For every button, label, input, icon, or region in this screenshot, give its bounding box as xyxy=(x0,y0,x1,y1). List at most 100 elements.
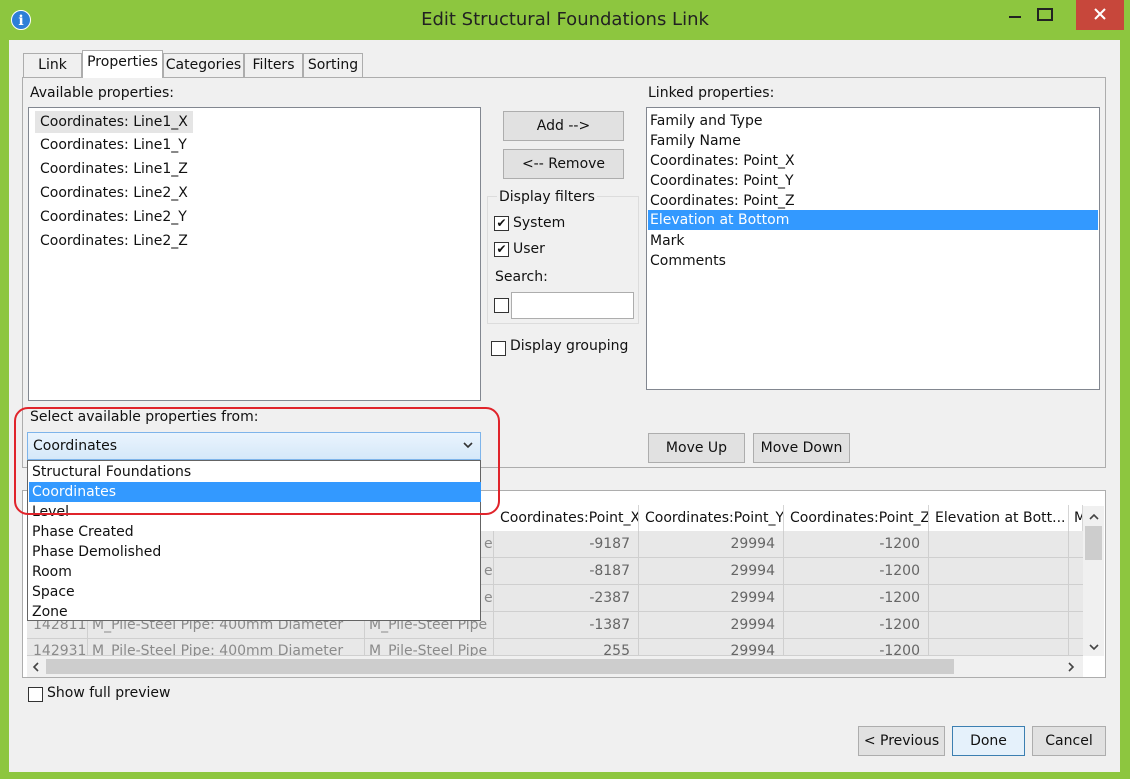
move-up-button[interactable]: Move Up xyxy=(648,433,745,463)
tab-sorting[interactable]: Sorting xyxy=(303,53,363,77)
available-properties-list[interactable]: Coordinates: Line1_X Coordinates: Line1_… xyxy=(28,107,481,401)
list-item[interactable]: Coordinates: Line1_Z xyxy=(40,161,188,177)
dropdown-option[interactable]: Room xyxy=(29,562,481,582)
display-grouping-checkbox[interactable] xyxy=(491,341,506,356)
table-cell: e xyxy=(480,531,494,558)
list-item[interactable]: Family and Type xyxy=(650,111,762,131)
column-header[interactable]: Coordinates:Point_X xyxy=(494,505,639,531)
select-from-value: Coordinates xyxy=(33,438,118,454)
user-checkbox[interactable]: ✔ xyxy=(494,242,509,257)
scrollbar-thumb[interactable] xyxy=(46,659,954,674)
table-cell: -1200 xyxy=(784,585,929,612)
tab-properties[interactable]: Properties xyxy=(82,50,163,78)
select-from-label: Select available properties from: xyxy=(30,409,259,425)
tab-filters[interactable]: Filters xyxy=(244,53,303,77)
display-filters-label: Display filters xyxy=(497,189,597,205)
window-title: Edit Structural Foundations Link xyxy=(421,9,709,30)
user-label: User xyxy=(513,241,545,257)
search-checkbox[interactable] xyxy=(494,298,509,313)
linked-properties-label: Linked properties: xyxy=(648,85,775,101)
maximize-icon[interactable] xyxy=(1030,4,1060,26)
chevron-up-icon[interactable] xyxy=(1088,510,1100,526)
table-cell: e xyxy=(480,585,494,612)
table-cell xyxy=(929,558,1069,585)
table-cell: 255 xyxy=(494,639,639,656)
linked-properties-list[interactable]: Family and Type Family Name Coordinates:… xyxy=(646,107,1100,390)
column-header[interactable]: Coordinates:Point_Y xyxy=(639,505,784,531)
chevron-down-icon[interactable] xyxy=(1088,640,1100,656)
system-label: System xyxy=(513,215,566,231)
table-cell: e xyxy=(480,558,494,585)
list-item[interactable]: Coordinates: Line1_X xyxy=(35,111,193,133)
dropdown-option-selected[interactable]: Coordinates xyxy=(29,482,481,502)
dropdown-option[interactable]: Zone xyxy=(29,602,481,622)
chevron-right-icon[interactable] xyxy=(1066,661,1076,677)
search-label: Search: xyxy=(495,269,548,285)
table-cell: -1387 xyxy=(494,612,639,639)
list-item[interactable]: Coordinates: Line2_Y xyxy=(40,209,187,225)
table-cell: -1200 xyxy=(784,639,929,656)
chevron-left-icon[interactable] xyxy=(31,661,41,677)
tab-label: Link xyxy=(38,57,67,73)
table-cell: 29994 xyxy=(639,531,784,558)
list-item[interactable]: Coordinates: Line2_X xyxy=(40,185,188,201)
table-cell: -2387 xyxy=(494,585,639,612)
done-button[interactable]: Done xyxy=(952,726,1025,756)
column-header[interactable]: Coordinates:Point_Z xyxy=(784,505,929,531)
tab-label: Categories xyxy=(165,57,242,73)
list-item[interactable]: Comments xyxy=(650,251,726,271)
minimize-icon[interactable] xyxy=(1000,4,1030,26)
list-item[interactable]: Mark xyxy=(650,231,685,251)
remove-button[interactable]: <-- Remove xyxy=(503,149,624,179)
column-header[interactable]: Elevation at Bott... xyxy=(929,505,1069,531)
table-cell xyxy=(929,612,1069,639)
list-item[interactable]: Coordinates: Line1_Y xyxy=(40,137,187,153)
table-cell xyxy=(929,531,1069,558)
available-properties-label: Available properties: xyxy=(30,85,174,101)
system-checkbox[interactable]: ✔ xyxy=(494,216,509,231)
cancel-button[interactable]: Cancel xyxy=(1032,726,1106,756)
list-item[interactable]: Coordinates: Point_X xyxy=(650,151,795,171)
display-grouping-label: Display grouping xyxy=(510,338,629,354)
dialog-window: i Edit Structural Foundations Link Link … xyxy=(0,0,1130,779)
show-full-preview-checkbox[interactable] xyxy=(28,687,43,702)
title-bar[interactable]: i Edit Structural Foundations Link xyxy=(0,0,1130,40)
select-from-dropdown-list[interactable]: Structural Foundations Coordinates Level… xyxy=(27,460,481,621)
table-cell: 142931 xyxy=(27,639,88,656)
dropdown-option[interactable]: Phase Created xyxy=(29,522,481,542)
table-cell: -8187 xyxy=(494,558,639,585)
list-item[interactable]: Coordinates: Line2_Z xyxy=(40,233,188,249)
chevron-down-icon xyxy=(462,439,474,451)
table-cell: 29994 xyxy=(639,585,784,612)
previous-button[interactable]: < Previous xyxy=(858,726,945,756)
move-down-button[interactable]: Move Down xyxy=(753,433,850,463)
list-item[interactable]: Family Name xyxy=(650,131,741,151)
column-header[interactable]: M xyxy=(1069,505,1083,531)
dropdown-option[interactable]: Level xyxy=(29,502,481,522)
dropdown-option[interactable]: Structural Foundations xyxy=(29,462,481,482)
select-from-combobox[interactable]: Coordinates xyxy=(27,432,481,460)
close-icon[interactable] xyxy=(1076,0,1124,30)
table-cell: -9187 xyxy=(494,531,639,558)
search-input[interactable] xyxy=(511,292,634,319)
table-cell: -1200 xyxy=(784,531,929,558)
add-button[interactable]: Add --> xyxy=(503,111,624,141)
horizontal-scrollbar[interactable] xyxy=(27,656,1083,677)
table-cell: M_Pile-Steel Pipe: 400mm Diameter xyxy=(88,639,365,656)
tab-label: Filters xyxy=(252,57,295,73)
tab-label: Sorting xyxy=(307,57,359,73)
show-full-preview-label: Show full preview xyxy=(47,685,171,701)
list-item[interactable]: Coordinates: Point_Z xyxy=(650,191,795,211)
list-item[interactable]: Coordinates: Point_Y xyxy=(650,171,794,191)
table-cell: 29994 xyxy=(639,558,784,585)
table-cell: M_Pile-Steel Pipe xyxy=(365,639,494,656)
list-item-selected[interactable]: Elevation at Bottom xyxy=(648,210,1098,230)
dropdown-option[interactable]: Space xyxy=(29,582,481,602)
table-cell: 29994 xyxy=(639,612,784,639)
dropdown-option[interactable]: Phase Demolished xyxy=(29,542,481,562)
table-cell xyxy=(929,639,1069,656)
tab-link[interactable]: Link xyxy=(23,53,82,77)
scrollbar-thumb[interactable] xyxy=(1085,526,1102,560)
vertical-scrollbar[interactable] xyxy=(1083,506,1104,656)
tab-categories[interactable]: Categories xyxy=(163,53,244,77)
